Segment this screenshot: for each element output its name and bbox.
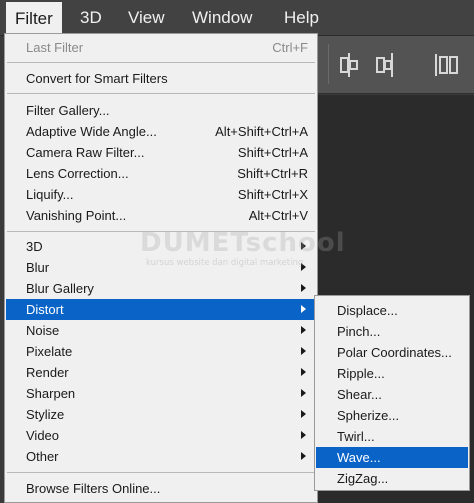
options-toolbar xyxy=(316,36,474,94)
submenu-item-ripple[interactable]: Ripple... xyxy=(316,363,468,384)
menu-separator xyxy=(7,62,315,63)
menu-item-camera-raw-filter[interactable]: Camera Raw Filter... Shift+Ctrl+A xyxy=(6,142,316,163)
menu-window[interactable]: Window xyxy=(184,2,260,34)
menu-item-3d[interactable]: 3D xyxy=(6,236,316,257)
submenu-arrow-icon xyxy=(301,452,306,460)
menu-item-lens-correction[interactable]: Lens Correction... Shift+Ctrl+R xyxy=(6,163,316,184)
menu-bar: Filter 3D View Window Help xyxy=(0,0,474,36)
submenu-item-displace[interactable]: Displace... xyxy=(316,300,468,321)
menu-item-shortcut: Shift+Ctrl+A xyxy=(237,145,308,160)
menu-item-label: Distort xyxy=(26,302,64,317)
distribute-horizontal-icon[interactable] xyxy=(434,52,462,78)
menu-item-liquify[interactable]: Liquify... Shift+Ctrl+X xyxy=(6,184,316,205)
submenu-item-label: Spherize... xyxy=(337,408,400,423)
menu-item-label: Other xyxy=(26,449,59,464)
menu-item-label: Filter Gallery... xyxy=(26,103,110,118)
menu-item-browse-filters-online[interactable]: Browse Filters Online... xyxy=(6,478,316,499)
menu-3d[interactable]: 3D xyxy=(72,2,110,34)
menu-item-convert-smart-filters[interactable]: Convert for Smart Filters xyxy=(6,68,316,89)
submenu-item-label: Pinch... xyxy=(337,324,381,339)
menu-item-shortcut: Alt+Shift+Ctrl+A xyxy=(215,124,308,139)
toolbar-separator xyxy=(328,44,329,84)
menu-item-blur-gallery[interactable]: Blur Gallery xyxy=(6,278,316,299)
menu-item-label: Sharpen xyxy=(26,386,76,401)
align-right-edges-icon[interactable] xyxy=(374,52,396,78)
menu-item-label: Pixelate xyxy=(26,344,73,359)
menu-item-video[interactable]: Video xyxy=(6,425,316,446)
menu-filter[interactable]: Filter xyxy=(6,2,62,34)
distort-submenu: Displace... Pinch... Polar Coordinates..… xyxy=(314,295,470,491)
menu-item-render[interactable]: Render xyxy=(6,362,316,383)
submenu-arrow-icon xyxy=(301,242,306,250)
submenu-item-zigzag[interactable]: ZigZag... xyxy=(316,468,468,489)
menu-item-label: 3D xyxy=(26,239,43,254)
submenu-arrow-icon xyxy=(301,284,306,292)
submenu-arrow-icon xyxy=(301,368,306,376)
menu-item-shortcut: Shift+Ctrl+R xyxy=(237,166,308,181)
submenu-item-label: Wave... xyxy=(337,450,381,465)
submenu-arrow-icon xyxy=(301,263,306,271)
menu-item-label: Blur Gallery xyxy=(26,281,94,296)
submenu-item-twirl[interactable]: Twirl... xyxy=(316,426,468,447)
menu-item-label: Adaptive Wide Angle... xyxy=(26,124,157,139)
menu-item-label: Blur xyxy=(26,260,50,275)
menu-item-shortcut: Shift+Ctrl+X xyxy=(237,187,308,202)
menu-separator xyxy=(7,472,315,473)
menu-item-label: Camera Raw Filter... xyxy=(26,145,145,160)
menu-item-shortcut: Alt+Ctrl+V xyxy=(248,208,308,223)
submenu-item-shear[interactable]: Shear... xyxy=(316,384,468,405)
submenu-item-label: Shear... xyxy=(337,387,382,402)
menu-separator xyxy=(7,93,315,94)
submenu-arrow-icon xyxy=(301,347,306,355)
submenu-item-pinch[interactable]: Pinch... xyxy=(316,321,468,342)
submenu-item-wave[interactable]: Wave... xyxy=(316,447,468,468)
submenu-item-label: Displace... xyxy=(337,303,398,318)
menu-item-vanishing-point[interactable]: Vanishing Point... Alt+Ctrl+V xyxy=(6,205,316,226)
submenu-item-label: Ripple... xyxy=(337,366,385,381)
submenu-arrow-icon xyxy=(301,305,306,313)
menu-item-stylize[interactable]: Stylize xyxy=(6,404,316,425)
submenu-arrow-icon xyxy=(301,389,306,397)
menu-item-distort[interactable]: Distort xyxy=(6,299,316,320)
menu-view[interactable]: View xyxy=(120,2,173,34)
menu-item-last-filter[interactable]: Last Filter Ctrl+F xyxy=(6,37,316,58)
menu-item-label: Render xyxy=(26,365,69,380)
submenu-item-label: Twirl... xyxy=(337,429,375,444)
menu-item-shortcut: Ctrl+F xyxy=(272,40,308,55)
menu-item-sharpen[interactable]: Sharpen xyxy=(6,383,316,404)
submenu-arrow-icon xyxy=(301,431,306,439)
submenu-arrow-icon xyxy=(301,410,306,418)
menu-item-label: Noise xyxy=(26,323,60,338)
filter-menu: Last Filter Ctrl+F Convert for Smart Fil… xyxy=(4,33,318,503)
submenu-item-label: Polar Coordinates... xyxy=(337,345,452,360)
menu-item-label: Browse Filters Online... xyxy=(26,481,161,496)
menu-item-label: Lens Correction... xyxy=(26,166,129,181)
menu-separator xyxy=(7,231,315,232)
menu-item-label: Vanishing Point... xyxy=(26,208,127,223)
menu-item-label: Last Filter xyxy=(26,40,84,55)
menu-item-noise[interactable]: Noise xyxy=(6,320,316,341)
menu-item-label: Liquify... xyxy=(26,187,74,202)
submenu-item-polar-coordinates[interactable]: Polar Coordinates... xyxy=(316,342,468,363)
menu-item-label: Convert for Smart Filters xyxy=(26,71,168,86)
menu-item-label: Stylize xyxy=(26,407,65,422)
align-center-icon[interactable] xyxy=(338,52,360,78)
menu-item-filter-gallery[interactable]: Filter Gallery... xyxy=(6,100,316,121)
menu-item-label: Video xyxy=(26,428,60,443)
menu-item-blur[interactable]: Blur xyxy=(6,257,316,278)
menu-item-adaptive-wide-angle[interactable]: Adaptive Wide Angle... Alt+Shift+Ctrl+A xyxy=(6,121,316,142)
menu-item-other[interactable]: Other xyxy=(6,446,316,467)
submenu-item-spherize[interactable]: Spherize... xyxy=(316,405,468,426)
submenu-arrow-icon xyxy=(301,326,306,334)
submenu-item-label: ZigZag... xyxy=(337,471,389,486)
menu-item-pixelate[interactable]: Pixelate xyxy=(6,341,316,362)
menu-help[interactable]: Help xyxy=(276,2,327,34)
